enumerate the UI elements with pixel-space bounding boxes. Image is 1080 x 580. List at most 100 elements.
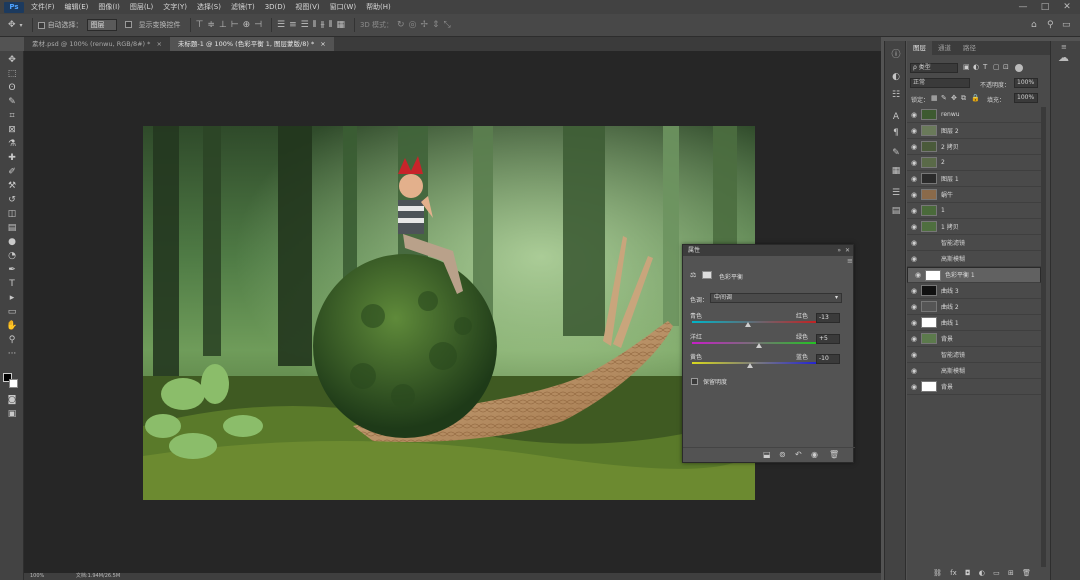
layer-name[interactable]: 背景 [941,334,953,343]
adjustments-icon[interactable]: ◐ [889,71,903,83]
history-icon[interactable]: ☷ [889,89,903,101]
chevron-down-icon[interactable]: ▾ [20,22,23,29]
visibility-eye-icon[interactable]: ◉ [907,303,921,311]
align-top-icon[interactable]: ⊤ [196,20,204,30]
delete-icon[interactable]: 🗑 [829,450,839,459]
clip-to-layer-icon[interactable]: ⬓ [763,450,771,459]
properties-icon[interactable]: ☰ [889,187,903,199]
layer-row[interactable]: ◉ 高斯模糊 [907,363,1041,379]
history-brush-tool-icon[interactable]: ↺ [4,194,20,206]
workspace-icon[interactable]: ⌂ [1031,20,1037,30]
menu-edit[interactable]: 编辑(E) [60,2,94,12]
paragraph-icon[interactable]: ¶ [889,127,903,139]
hand-tool-icon[interactable]: ✋ [4,320,20,332]
menu-file[interactable]: 文件(F) [26,2,60,12]
layer-row[interactable]: ◉ 曲线 3 [907,283,1041,299]
visibility-eye-icon[interactable]: ◉ [907,143,921,151]
libraries-icon[interactable]: ▤ [889,205,903,217]
layer-row[interactable]: ◉ 曲线 2 [907,299,1041,315]
visibility-eye-icon[interactable]: ◉ [907,127,921,135]
distribute-vcenter-icon[interactable]: ≡ [289,20,297,30]
layers-scrollbar[interactable] [1041,107,1046,567]
crop-tool-icon[interactable]: ⌗ [4,110,20,122]
eyedropper-tool-icon[interactable]: ⚗ [4,138,20,150]
slider-thumb[interactable] [744,322,751,327]
blend-mode-dropdown[interactable]: 正常 [910,78,970,88]
screen-mode-icon[interactable]: ▣ [4,408,20,420]
healing-brush-tool-icon[interactable]: ✚ [4,152,20,164]
dodge-tool-icon[interactable]: ◔ [4,250,20,262]
layer-row[interactable]: ◉ 1 拷贝 [907,219,1041,235]
layer-row[interactable]: ◉ 图层 2 [907,123,1041,139]
add-mask-icon[interactable]: ◘ [965,569,971,577]
layer-name[interactable]: 背景 [941,382,953,391]
panel-menu-icon[interactable]: ≡ [1061,43,1067,51]
magenta-green-slider[interactable] [692,342,820,348]
layer-row[interactable]: ◉ renwu [907,107,1041,123]
menu-window[interactable]: 窗口(W) [325,2,361,12]
3d-slide-icon[interactable]: ⇕ [432,20,440,30]
visibility-eye-icon[interactable]: ◉ [907,207,921,215]
visibility-eye-icon[interactable]: ◉ [907,335,921,343]
tab-layers[interactable]: 图层 [907,41,932,55]
zoom-readout[interactable]: 100% [30,573,44,579]
layer-name[interactable]: 色彩平衡 1 [945,270,975,281]
layer-name[interactable]: 曲线 2 [941,302,959,311]
distribute-hcenter-icon[interactable]: ⫵ [321,20,325,30]
character-icon[interactable]: A [889,111,903,123]
visibility-eye-icon[interactable]: ◉ [907,255,921,263]
layer-name[interactable]: 蜗牛 [941,190,953,199]
layer-name[interactable]: 2 [941,159,945,166]
tab-document-1[interactable]: 素材.psd @ 100% (renwu, RGB/8#) * × [24,37,170,51]
fill-field[interactable]: 100% [1014,93,1038,103]
brush-tool-icon[interactable]: ✐ [4,166,20,178]
layer-row[interactable]: ◉ 色彩平衡 1 [907,267,1041,283]
maximize-button[interactable]: □ [1034,0,1056,14]
visibility-eye-icon[interactable]: ◉ [907,239,921,247]
lock-artboard-icon[interactable]: ⧉ [961,94,966,103]
visibility-eye-icon[interactable]: ◉ [811,450,818,459]
brush-presets-icon[interactable]: ✎ [889,147,903,159]
new-group-icon[interactable]: ▭ [993,569,1000,577]
3d-roll-icon[interactable]: ◎ [409,20,417,30]
distribute-bottom-icon[interactable]: ☰ [301,20,309,30]
layer-name[interactable]: 曲线 1 [941,318,959,327]
filter-pixel-icon[interactable]: ▣ [963,63,970,71]
distribute-top-icon[interactable]: ☰ [277,20,285,30]
tone-dropdown[interactable]: 中间调 ▾ [710,293,842,303]
layer-name[interactable]: 1 拷贝 [941,222,959,231]
auto-align-icon[interactable]: ▦ [336,20,345,30]
more-tools-icon[interactable]: ··· [4,348,20,360]
align-vcenter-icon[interactable]: ≑ [207,20,215,30]
layer-name[interactable]: 图层 1 [941,174,959,183]
menu-3d[interactable]: 3D(D) [260,3,291,11]
menu-type[interactable]: 文字(Y) [158,2,192,12]
layer-row[interactable]: ◉ 图层 1 [907,171,1041,187]
align-hcenter-icon[interactable]: ⊕ [243,20,251,30]
layer-row[interactable]: ◉ 2 [907,155,1041,171]
align-right-icon[interactable]: ⊣ [254,20,262,30]
visibility-eye-icon[interactable]: ◉ [907,383,921,391]
reset-icon[interactable]: ↶ [795,450,802,459]
visibility-eye-icon[interactable]: ◉ [907,367,921,375]
layer-row[interactable]: ◉ 2 拷贝 [907,139,1041,155]
new-layer-icon[interactable]: ⊞ [1008,569,1014,577]
document-image[interactable] [143,126,755,500]
layer-row[interactable]: ◉ 智能滤镜 [907,347,1041,363]
filter-shape-icon[interactable]: ▢ [993,63,1000,71]
layer-name[interactable]: 1 [941,207,945,214]
workspace-switcher-icon[interactable]: ▭ [1062,20,1071,30]
close-icon[interactable]: × [156,40,161,48]
cyan-red-value[interactable]: -13 [816,313,840,323]
pen-tool-icon[interactable]: ✒ [4,264,20,276]
magenta-green-value[interactable]: +5 [816,334,840,344]
menu-layer[interactable]: 图层(L) [125,2,158,12]
path-select-tool-icon[interactable]: ▸ [4,292,20,304]
kind-filter-dropdown[interactable]: ρ 类型 [910,63,958,73]
tab-paths[interactable]: 路径 [957,41,982,55]
cyan-red-slider[interactable] [692,321,820,327]
frame-tool-icon[interactable]: ⊠ [4,124,20,136]
filter-type-icon[interactable]: T [983,63,987,71]
3d-rotate-icon[interactable]: ↻ [397,20,405,30]
new-adjustment-icon[interactable]: ◐ [979,569,985,577]
